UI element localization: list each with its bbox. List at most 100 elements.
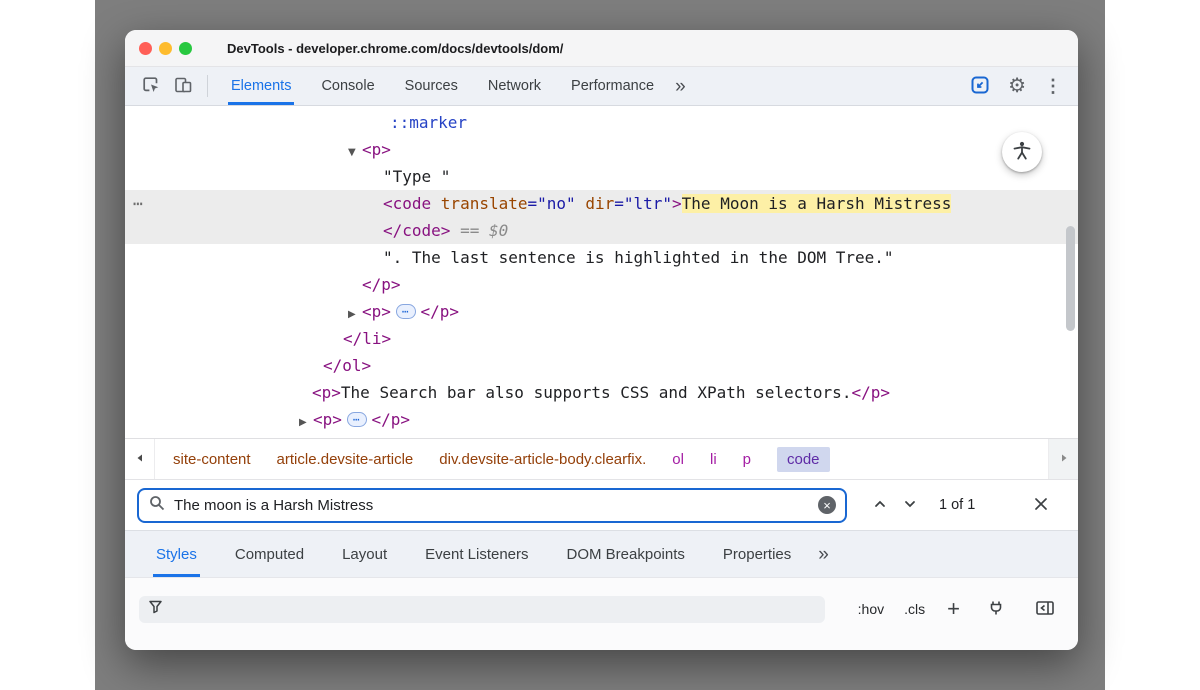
accessibility-button[interactable] <box>1002 132 1042 172</box>
more-tabs-chevron-icon: » <box>675 77 686 96</box>
dom-token-tag: </code> <box>383 221 450 240</box>
main-menu-button[interactable]: ⋮ <box>1038 77 1068 95</box>
tab-console[interactable]: Console <box>318 67 377 105</box>
dom-token-metaItalic: $0 <box>489 221 508 240</box>
breadcrumb-scroll-right-button[interactable] <box>1048 439 1078 479</box>
dom-tree-line[interactable]: ▶<p> ⋯ </p> <box>125 298 1078 325</box>
previous-result-button[interactable] <box>865 490 895 520</box>
dom-token-tag: </ol> <box>323 356 371 375</box>
plug-button[interactable] <box>982 600 1010 619</box>
dom-tree-line[interactable]: ▼<p> <box>125 136 1078 163</box>
dom-token-tag: </p> <box>362 275 401 294</box>
dom-token-tag: <code <box>383 194 441 213</box>
breadcrumb-items: site-content article.devsite-article div.d… <box>155 439 1048 479</box>
breadcrumb-scroll-left-button[interactable] <box>125 439 155 479</box>
device-toolbar-button[interactable] <box>167 67 199 105</box>
dom-tree-line[interactable]: ⋯<code translate="no" dir="ltr">The Moon… <box>125 190 1078 217</box>
search-input[interactable] <box>174 497 845 514</box>
dom-token-tag: <p> <box>362 302 391 321</box>
breadcrumb-bar: site-content article.devsite-article div.d… <box>125 438 1078 479</box>
tab-computed[interactable]: Computed <box>232 531 307 577</box>
node-overflow-menu-icon[interactable]: ⋯ <box>133 190 144 217</box>
breadcrumb-item[interactable]: li <box>710 451 717 468</box>
more-sidebar-tabs-button[interactable]: » <box>810 531 837 577</box>
dom-token-tag: <p> <box>313 437 342 438</box>
zoom-window-button[interactable] <box>179 42 192 55</box>
dom-tree-line[interactable]: ▶<p>⋯</p> <box>125 433 1078 438</box>
search-results-count: 1 of 1 <box>939 497 975 513</box>
dom-tree-line[interactable]: "Type " <box>125 163 1078 190</box>
dom-token-tag: > <box>672 194 682 213</box>
filter-box[interactable] <box>139 596 825 623</box>
tab-performance[interactable]: Performance <box>568 67 657 105</box>
minimize-window-button[interactable] <box>159 42 172 55</box>
dom-tree-line[interactable]: <p>The Search bar also supports CSS and … <box>125 379 1078 406</box>
dom-token-text: ". The last sentence is highlighted in t… <box>383 248 894 267</box>
dom-token-tag: <p> <box>313 410 342 429</box>
sidebar-panel-icon <box>1036 601 1054 618</box>
dom-token-value: ="ltr" <box>614 194 672 213</box>
dom-token-tag: </li> <box>343 329 391 348</box>
tab-dom-breakpoints[interactable]: DOM Breakpoints <box>564 531 688 577</box>
toggle-element-state-button[interactable]: :hov <box>858 601 884 617</box>
dom-token-attr: translate <box>441 194 528 213</box>
toolbar-right-group: ⚙ ⋮ <box>964 67 1068 105</box>
breadcrumb-item[interactable]: p <box>743 451 751 468</box>
dom-tree-line[interactable]: ▶<p>⋯</p> <box>125 406 1078 433</box>
vertical-scrollbar[interactable] <box>1066 226 1075 331</box>
toolbar-divider <box>207 75 208 97</box>
plug-icon <box>988 600 1004 619</box>
breadcrumb-item[interactable]: div.devsite-article-body.clearfix. <box>439 451 646 468</box>
breadcrumb-item[interactable]: code <box>777 447 830 472</box>
kebab-menu-icon: ⋮ <box>1044 77 1062 95</box>
tab-elements[interactable]: Elements <box>228 67 294 105</box>
element-classes-button[interactable]: .cls <box>904 601 925 617</box>
dom-tree-line[interactable]: </code> == $0 <box>125 217 1078 244</box>
next-result-button[interactable] <box>895 490 925 520</box>
breadcrumb-item[interactable]: ol <box>672 451 684 468</box>
close-search-button[interactable] <box>1026 490 1056 520</box>
expand-arrow-icon[interactable]: ▶ <box>299 409 313 436</box>
dom-tree: ::marker▼<p>"Type "⋯<code translate="no"… <box>125 106 1078 438</box>
dom-tree-line[interactable]: ::marker <box>125 109 1078 136</box>
style-filter-input[interactable] <box>171 600 816 618</box>
collapse-arrow-icon[interactable]: ▼ <box>348 139 362 166</box>
settings-button[interactable]: ⚙ <box>1002 76 1032 96</box>
inspect-element-button[interactable] <box>135 67 167 105</box>
device-toolbar-icon <box>173 75 193 98</box>
close-window-button[interactable] <box>139 42 152 55</box>
inline-expand-button[interactable]: ⋯ <box>396 304 416 319</box>
toggle-sidebar-button[interactable] <box>1030 601 1060 618</box>
chevron-down-icon <box>903 497 917 514</box>
tab-sources[interactable]: Sources <box>402 67 461 105</box>
dom-token-text: The Search bar also supports CSS and XPa… <box>341 383 852 402</box>
dom-tree-line[interactable]: ". The last sentence is highlighted in t… <box>125 244 1078 271</box>
tab-layout[interactable]: Layout <box>339 531 390 577</box>
expand-arrow-icon[interactable]: ▶ <box>299 436 313 438</box>
inspect-cursor-icon <box>141 75 161 98</box>
dom-token-tag: </p> <box>372 437 411 438</box>
breadcrumb-item[interactable]: article.devsite-article <box>277 451 414 468</box>
search-bar: × 1 of 1 <box>125 479 1078 530</box>
dom-token-tag: </p> <box>421 302 460 321</box>
expand-arrow-icon[interactable]: ▶ <box>348 301 362 328</box>
dock-side-button[interactable] <box>964 75 996 98</box>
more-tabs-button[interactable]: » <box>669 67 692 105</box>
new-style-rule-button[interactable]: + <box>945 598 962 620</box>
tab-network[interactable]: Network <box>485 67 544 105</box>
tab-event-listeners[interactable]: Event Listeners <box>422 531 531 577</box>
dom-token-tag: </p> <box>851 383 890 402</box>
dom-tree-line[interactable]: </li> <box>125 325 1078 352</box>
chevron-right-icon <box>1058 452 1070 467</box>
dom-tree-line[interactable]: </ol> <box>125 352 1078 379</box>
search-box[interactable]: × <box>137 488 847 523</box>
chevron-up-icon <box>873 497 887 514</box>
tab-properties[interactable]: Properties <box>720 531 794 577</box>
styles-filter-row: :hov .cls + <box>125 577 1078 650</box>
dom-tree-line[interactable]: </p> <box>125 271 1078 298</box>
dom-token-value: ="no" <box>528 194 576 213</box>
breadcrumb-item[interactable]: site-content <box>173 451 251 468</box>
inline-expand-button[interactable]: ⋯ <box>347 412 367 427</box>
tab-styles[interactable]: Styles <box>153 531 200 577</box>
clear-search-button[interactable]: × <box>818 496 836 514</box>
